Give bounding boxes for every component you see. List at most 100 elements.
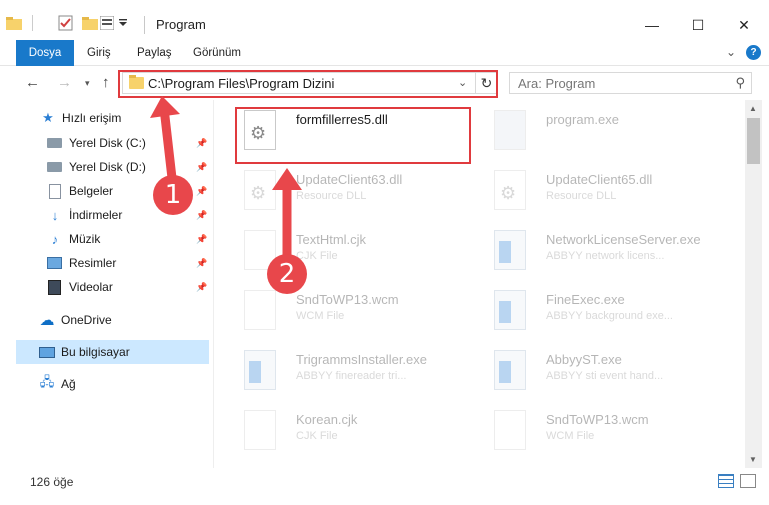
navigation-pane: ★ Hızlı erişim Yerel Disk (C:) 📌 Yerel D… xyxy=(0,100,214,468)
title-separator xyxy=(144,16,145,34)
blank-file-icon xyxy=(244,290,276,330)
picture-icon xyxy=(47,257,62,269)
file-highlight-box xyxy=(235,107,471,164)
file-item[interactable]: program.exe xyxy=(486,106,726,166)
network-icon: 🖧 xyxy=(39,374,55,389)
file-name: UpdateClient65.dll xyxy=(546,172,653,187)
file-description: ABBYY background exe... xyxy=(546,310,673,322)
maximize-button[interactable]: ☐ xyxy=(675,12,721,38)
file-name: NetworkLicenseServer.exe xyxy=(546,232,701,247)
file-item[interactable]: Korean.cjk CJK File xyxy=(236,406,476,466)
file-item[interactable]: FineExec.exe ABBYY background exe... xyxy=(486,286,726,346)
help-icon[interactable]: ? xyxy=(746,45,761,60)
pin-icon[interactable]: 📌 xyxy=(196,258,207,269)
pin-icon[interactable]: 📌 xyxy=(196,186,207,197)
tab-share[interactable]: Paylaş xyxy=(137,40,172,66)
file-description: ABBYY finereader tri... xyxy=(296,370,407,382)
ribbon-controls: ⌄ ? xyxy=(726,45,761,60)
file-description: ABBYY network licens... xyxy=(546,250,665,262)
file-item[interactable]: NetworkLicenseServer.exe ABBYY network l… xyxy=(486,226,726,286)
sidebar-item-videos[interactable]: Videolar 📌 xyxy=(0,275,209,299)
search-placeholder: Ara: Program xyxy=(518,76,596,91)
sidebar-item-label: Müzik xyxy=(69,232,101,246)
sidebar-item-label: Yerel Disk (D:) xyxy=(69,160,146,174)
sidebar-item-label: Videolar xyxy=(69,280,113,294)
app-icon xyxy=(494,290,526,330)
window-title: Program xyxy=(156,17,206,32)
pin-icon[interactable]: 📌 xyxy=(196,162,207,173)
tab-view[interactable]: Görünüm xyxy=(193,40,241,66)
scroll-up-icon[interactable]: ▲ xyxy=(749,104,757,113)
pin-icon[interactable]: 📌 xyxy=(196,138,207,149)
ribbon-tabs: Dosya Giriş Paylaş Görünüm ⌄ ? xyxy=(0,40,769,66)
file-name: AbbyyST.exe xyxy=(546,352,622,367)
file-name: TextHtml.cjk xyxy=(296,232,367,247)
file-name: Korean.cjk xyxy=(296,412,358,427)
large-icons-view-icon[interactable] xyxy=(740,474,756,488)
file-item[interactable]: AbbyyST.exe ABBYY sti event hand... xyxy=(486,346,726,406)
customize-view-icon[interactable] xyxy=(100,14,114,32)
scrollbar-thumb[interactable] xyxy=(747,118,760,164)
file-description: Resource DLL xyxy=(546,190,617,202)
sidebar-item-label: Resimler xyxy=(69,256,117,270)
forward-arrow-icon[interactable]: → xyxy=(57,74,72,91)
gear-file-icon xyxy=(494,170,526,210)
tab-home[interactable]: Giriş xyxy=(87,40,111,66)
back-arrow-icon[interactable]: ← xyxy=(25,74,40,91)
quick-access-separator xyxy=(28,14,38,32)
app-icon xyxy=(244,350,276,390)
properties-check-icon[interactable] xyxy=(58,14,74,32)
computer-icon xyxy=(39,346,55,358)
file-item[interactable]: SndToWP13.wcm WCM File xyxy=(236,286,476,346)
up-arrow-icon[interactable]: ↑ xyxy=(102,74,110,91)
video-icon xyxy=(48,279,61,295)
file-name: SndToWP13.wcm xyxy=(546,412,649,427)
document-icon xyxy=(49,183,61,199)
file-name: FineExec.exe xyxy=(546,292,625,307)
new-folder-icon[interactable] xyxy=(82,14,98,32)
file-name: TrigrammsInstaller.exe xyxy=(296,352,427,367)
sidebar-item-label: Bu bilgisayar xyxy=(61,345,130,359)
pin-icon[interactable]: 📌 xyxy=(196,210,207,221)
file-description: WCM File xyxy=(546,430,595,442)
blank-file-icon xyxy=(244,410,276,450)
sidebar-item-this-pc[interactable]: Bu bilgisayar xyxy=(16,340,209,364)
sidebar-item-local-disk-c[interactable]: Yerel Disk (C:) 📌 xyxy=(0,131,209,155)
details-view-icon[interactable] xyxy=(718,474,734,488)
sidebar-item-network[interactable]: 🖧 Ağ xyxy=(0,372,209,396)
star-icon: ★ xyxy=(42,110,54,125)
ribbon-expand-icon[interactable]: ⌄ xyxy=(726,45,736,60)
file-name: SndToWP13.wcm xyxy=(296,292,399,307)
sidebar-item-label: İndirmeler xyxy=(69,208,123,222)
file-item[interactable]: UpdateClient65.dll Resource DLL xyxy=(486,166,726,226)
vertical-scrollbar[interactable]: ▲ ▼ xyxy=(745,100,762,468)
search-input[interactable]: Ara: Program ⚲ xyxy=(509,72,752,94)
sidebar-item-quick-access[interactable]: ★ Hızlı erişim xyxy=(0,106,209,130)
close-button[interactable]: ✕ xyxy=(721,12,767,38)
sidebar-item-label: OneDrive xyxy=(61,313,112,327)
sidebar-item-label: Ağ xyxy=(61,377,76,391)
sidebar-item-music[interactable]: ♪ Müzik 📌 xyxy=(0,227,209,251)
pin-icon[interactable]: 📌 xyxy=(196,234,207,245)
minimize-button[interactable]: — xyxy=(629,12,675,38)
file-item[interactable]: UpdateClient63.dll Resource DLL xyxy=(236,166,476,226)
music-icon: ♪ xyxy=(51,231,59,247)
file-description: CJK File xyxy=(296,430,338,442)
file-item[interactable]: SndToWP13.wcm WCM File xyxy=(486,406,726,466)
search-icon[interactable]: ⚲ xyxy=(735,75,745,91)
file-item[interactable]: TrigrammsInstaller.exe ABBYY finereader … xyxy=(236,346,476,406)
title-bar: Program — ☐ ✕ xyxy=(0,0,769,40)
recent-locations-icon[interactable]: ▾ xyxy=(85,78,90,89)
sidebar-item-onedrive[interactable]: ☁ OneDrive xyxy=(0,308,209,332)
quick-access-dropdown-icon[interactable] xyxy=(118,14,128,32)
tab-file[interactable]: Dosya xyxy=(16,40,74,66)
disk-icon xyxy=(47,138,62,148)
folder-icon[interactable] xyxy=(6,14,22,32)
item-count: 126 öğe xyxy=(30,475,74,489)
sidebar-item-pictures[interactable]: Resimler 📌 xyxy=(0,251,209,275)
pin-icon[interactable]: 📌 xyxy=(196,282,207,293)
sidebar-item-label: Hızlı erişim xyxy=(62,111,122,125)
file-description: Resource DLL xyxy=(296,190,367,202)
scroll-down-icon[interactable]: ▼ xyxy=(749,455,757,464)
step-1-badge: 1 xyxy=(153,175,193,215)
